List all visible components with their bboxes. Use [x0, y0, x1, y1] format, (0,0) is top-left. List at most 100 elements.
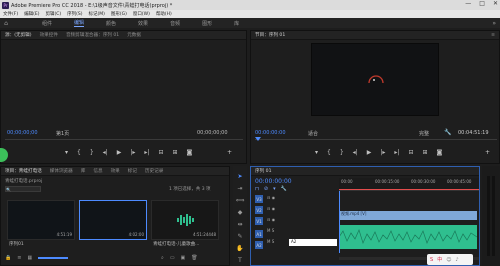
source-timecode-in[interactable]: 00;00;00;00 [7, 130, 38, 136]
tab-effects[interactable]: 效果 [111, 168, 120, 174]
mark-out-bracket-icon[interactable]: } [340, 149, 344, 156]
lock-icon[interactable]: 🔒 [5, 255, 11, 261]
export-frame-icon[interactable]: ◙ [437, 149, 443, 156]
export-frame-icon[interactable]: ◙ [187, 149, 193, 156]
pen-tool-icon[interactable]: ✎ [236, 232, 244, 240]
razor-tool-icon[interactable]: ◆ [236, 208, 244, 216]
ime-toolbar[interactable]: S 中 ☺ ♪ [427, 254, 473, 265]
step-back-icon[interactable]: ◂| [103, 149, 108, 156]
program-zoom-select[interactable]: 适合 [308, 130, 318, 137]
sync-lock-icon[interactable]: ⊟ ◉ [267, 206, 275, 211]
mark-in-icon[interactable]: ▾ [315, 149, 318, 156]
track-target-v2[interactable]: V2 [255, 206, 263, 214]
home-icon[interactable]: ⌂ [0, 18, 12, 28]
track-select-tool-icon[interactable]: ⇥ [236, 184, 244, 192]
find-icon[interactable]: ⌕ [161, 255, 164, 261]
type-tool-icon[interactable]: T [236, 256, 244, 264]
hand-tool-icon[interactable]: ✋ [236, 244, 244, 252]
menu-help[interactable]: 帮助(H) [156, 11, 172, 17]
slip-tool-icon[interactable]: ⇹ [236, 220, 244, 228]
mute-solo-icon[interactable]: M S [267, 239, 275, 244]
workspace-tab-libraries[interactable]: 库 [234, 20, 239, 27]
menu-sequence[interactable]: 序列(S) [67, 11, 82, 17]
menu-edit[interactable]: 编辑(E) [24, 11, 39, 17]
mic-icon[interactable]: ♪ [455, 257, 458, 263]
lift-icon[interactable]: ⊟ [408, 149, 413, 156]
menu-window[interactable]: 窗口(W) [133, 11, 150, 17]
tab-program[interactable]: 节目：序列 01 [255, 32, 285, 38]
zoom-slider[interactable] [38, 257, 69, 259]
insert-icon[interactable]: ⊟ [158, 149, 163, 156]
menu-graphics[interactable]: 图形(G) [111, 11, 127, 17]
tab-info[interactable]: 信息 [93, 168, 102, 174]
workspace-tab-audio[interactable]: 音频 [170, 20, 180, 27]
timeline-timecode[interactable]: 00:00:00:00 [255, 178, 292, 185]
playhead-icon[interactable] [255, 137, 261, 141]
more-workspaces-icon[interactable]: » [492, 20, 496, 27]
extract-icon[interactable]: ⊞ [422, 149, 427, 156]
video-clip[interactable]: 视频.mp4 [V] [339, 211, 477, 220]
tab-effect-controls[interactable]: 效果控件 [40, 32, 58, 38]
tab-libraries[interactable]: 库 [81, 168, 86, 174]
project-item-thumbnail[interactable]: 4:51:19 [7, 200, 75, 240]
panel-menu-icon[interactable]: ≡ [491, 33, 495, 38]
source-zoom-select[interactable]: 第1页 [56, 130, 69, 137]
play-icon[interactable]: ▶ [117, 149, 122, 156]
maximize-button[interactable]: □ [479, 0, 485, 7]
mark-out-icon[interactable]: { [77, 149, 81, 156]
mark-in-bracket-icon[interactable]: { [327, 149, 331, 156]
project-item-thumbnail[interactable]: 4:51:24448 [151, 200, 219, 240]
tab-markers[interactable]: 标记 [128, 168, 137, 174]
delete-icon[interactable]: 🗑 [191, 255, 197, 261]
list-view-icon[interactable]: ≡ [17, 255, 21, 261]
add-marker-icon[interactable]: ▾ [273, 186, 276, 192]
tab-source[interactable]: 源：(无剪辑) [5, 32, 32, 38]
track-target-a1[interactable]: A1 [255, 230, 263, 238]
project-search-input[interactable]: 🔍 [5, 186, 41, 192]
icon-view-icon[interactable]: ▦ [27, 255, 32, 261]
track-name-input[interactable]: A2 [289, 239, 337, 246]
program-timecode[interactable]: 00:00:00:00 [255, 130, 286, 136]
audio-clip[interactable] [338, 225, 478, 249]
track-target-v1[interactable]: V1 [255, 217, 263, 225]
source-scrubber[interactable] [5, 139, 243, 140]
new-bin-icon[interactable]: ▭ [170, 255, 175, 261]
menu-markers[interactable]: 标记(M) [89, 11, 105, 17]
workspace-tab-assembly[interactable]: 组件 [42, 20, 52, 27]
workspace-tab-editing[interactable]: 编辑 [74, 19, 85, 27]
minimize-button[interactable]: — [465, 0, 471, 7]
tab-audio-clip-mixer[interactable]: 音频剪辑混合器：序列 01 [66, 32, 119, 38]
play-icon[interactable]: ▶ [367, 149, 372, 156]
tab-history[interactable]: 历史记录 [145, 168, 163, 174]
selection-tool-icon[interactable]: ➤ [236, 172, 244, 180]
new-item-icon[interactable]: ▣ [181, 255, 186, 261]
project-item-thumbnail[interactable]: 4:02:00 [79, 200, 147, 240]
mark-in-icon[interactable]: ▾ [65, 149, 68, 156]
workspace-tab-color[interactable]: 颜色 [106, 20, 116, 27]
menu-file[interactable]: 文件(F) [3, 11, 18, 17]
tab-project[interactable]: 项目：青蛙打电话 [5, 168, 42, 174]
sync-lock-icon[interactable]: ⊟ ◉ [267, 195, 275, 200]
tab-sequence[interactable]: 序列 01 [255, 168, 272, 174]
snap-icon[interactable]: ⊓ [255, 186, 259, 192]
program-scrubber[interactable] [255, 139, 497, 140]
emoji-icon[interactable]: ☺ [446, 257, 451, 263]
tab-metadata[interactable]: 元数据 [127, 32, 141, 38]
work-area-bar[interactable] [339, 189, 479, 190]
mark-out-2-icon[interactable]: } [90, 149, 94, 156]
wrench-icon[interactable]: 🔧 [444, 129, 451, 136]
step-back-icon[interactable]: ◂| [353, 149, 358, 156]
menu-clip[interactable]: 剪辑(C) [45, 11, 61, 17]
sync-lock-icon[interactable]: ⊟ ◉ [267, 217, 275, 222]
go-to-out-icon[interactable]: ▸| [394, 149, 399, 156]
timeline-playhead[interactable] [339, 191, 340, 253]
step-forward-icon[interactable]: |▸ [130, 149, 135, 156]
linked-selection-icon[interactable]: ⊘ [264, 186, 268, 192]
track-target-v3[interactable]: V3 [255, 195, 263, 203]
close-button[interactable]: ✕ [493, 0, 498, 7]
track-target-a2[interactable]: A2 [255, 241, 263, 249]
overwrite-icon[interactable]: ⊞ [172, 149, 177, 156]
workspace-tab-graphics[interactable]: 图形 [202, 20, 212, 27]
add-button-icon[interactable]: + [485, 149, 490, 156]
mute-solo-icon[interactable]: M S [267, 228, 275, 233]
